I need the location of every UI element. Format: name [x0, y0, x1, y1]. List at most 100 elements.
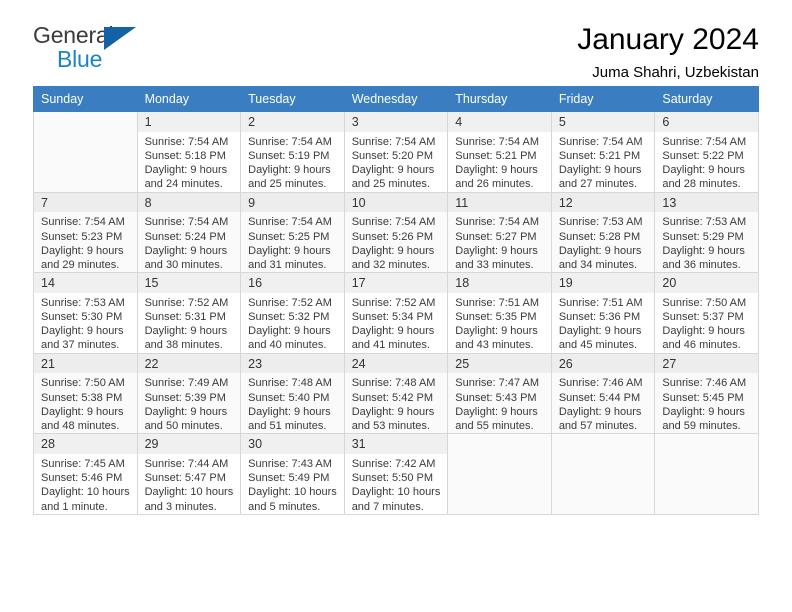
calendar-day-cell[interactable]: 2 Sunrise: 7:54 AM Sunset: 5:19 PM Daylight… [240, 111, 345, 193]
calendar-day-cell[interactable]: 28 Sunrise: 7:45 AM Sunset: 5:46 PM Dayligh… [33, 433, 138, 515]
day-details: Sunrise: 7:54 AM Sunset: 5:26 PM Daylight:… [345, 212, 448, 272]
day-number: 20 [655, 273, 758, 293]
sunrise-text: Sunrise: 7:54 AM [248, 216, 332, 229]
calendar-day-cell[interactable]: 4 Sunrise: 7:54 AM Sunset: 5:21 PM Daylight… [447, 111, 552, 193]
daylight-text-line2: and 27 minutes. [558, 178, 638, 191]
sunrise-text: Sunrise: 7:52 AM [248, 296, 332, 309]
sunrise-text: Sunrise: 7:54 AM [351, 135, 436, 148]
daylight-text-line2: and 7 minutes. [351, 500, 424, 513]
daylight-text-line2: and 34 minutes. [558, 258, 638, 271]
daylight-text-line1: Daylight: 9 hours [455, 244, 538, 257]
daylight-text-line2: and 32 minutes. [351, 258, 430, 271]
day-number [448, 434, 551, 454]
sunset-text: Sunset: 5:20 PM [351, 149, 434, 162]
calendar-day-cell[interactable]: 3 Sunrise: 7:54 AM Sunset: 5:20 PM Daylight… [343, 111, 449, 193]
calendar-day-cell[interactable]: 13 Sunrise: 7:53 AM Sunset: 5:29 PM Dayligh… [654, 191, 759, 274]
sunrise-text: Sunrise: 7:54 AM [455, 135, 540, 148]
calendar-day-cell[interactable]: 30 Sunrise: 7:43 AM Sunset: 5:49 PM Dayligh… [240, 433, 345, 515]
sunrise-text: Sunrise: 7:54 AM [248, 135, 332, 148]
calendar-day-cell[interactable]: 8 Sunrise: 7:54 AM Sunset: 5:24 PM Daylight… [136, 191, 242, 274]
calendar-table: Sunday Monday Tuesday Wednesday Thursday Frid… [33, 86, 759, 515]
calendar-day-cell[interactable]: 18 Sunrise: 7:51 AM Sunset: 5:35 PM Dayligh… [447, 272, 552, 354]
day-details: Sunrise: 7:51 AM Sunset: 5:36 PM Daylight:… [552, 293, 655, 353]
day-number: 28 [34, 434, 137, 454]
daylight-text-line1: Daylight: 9 hours [248, 325, 331, 338]
day-details: Sunrise: 7:54 AM Sunset: 5:21 PM Daylight:… [448, 132, 551, 192]
calendar-day-cell[interactable]: 9 Sunrise: 7:54 AM Sunset: 5:25 PM Daylight… [240, 191, 345, 274]
day-details: Sunrise: 7:53 AM Sunset: 5:29 PM Daylight:… [655, 212, 758, 272]
sunset-text: Sunset: 5:19 PM [248, 149, 330, 162]
daylight-text-line2: and 51 minutes. [248, 420, 327, 433]
calendar-day-cell[interactable]: 22 Sunrise: 7:49 AM Sunset: 5:39 PM Dayligh… [136, 352, 242, 435]
calendar-day-cell[interactable]: 21 Sunrise: 7:50 AM Sunset: 5:38 PM Dayligh… [33, 352, 138, 435]
calendar-day-cell[interactable]: 7 Sunrise: 7:54 AM Sunset: 5:23 PM Daylight… [33, 191, 138, 274]
daylight-text-line1: Daylight: 9 hours [351, 405, 435, 418]
day-number: 24 [344, 353, 448, 374]
calendar-day-cell[interactable]: 16 Sunrise: 7:52 AM Sunset: 5:32 PM Dayligh… [240, 272, 345, 354]
weekday-header-thursday: Thursday [447, 86, 552, 112]
day-number: 15 [137, 273, 241, 293]
day-number: 7 [34, 192, 137, 213]
calendar-day-cell[interactable]: 25 Sunrise: 7:47 AM Sunset: 5:43 PM Dayligh… [447, 352, 552, 435]
day-details: Sunrise: 7:53 AM Sunset: 5:30 PM Daylight:… [34, 293, 137, 353]
day-number: 27 [655, 353, 758, 374]
calendar-day-cell[interactable]: 31 Sunrise: 7:42 AM Sunset: 5:50 PM Dayligh… [343, 433, 449, 515]
day-number: 23 [241, 353, 344, 374]
calendar-day-cell[interactable]: 12 Sunrise: 7:53 AM Sunset: 5:28 PM Dayligh… [550, 191, 656, 274]
sunset-text: Sunset: 5:30 PM [41, 311, 123, 324]
sunset-text: Sunset: 5:45 PM [662, 391, 744, 404]
sunset-text: Sunset: 5:34 PM [351, 311, 434, 324]
sunset-text: Sunset: 5:50 PM [351, 472, 434, 485]
daylight-text-line1: Daylight: 9 hours [41, 405, 124, 418]
calendar-day-cell[interactable]: 6 Sunrise: 7:54 AM Sunset: 5:22 PM Daylight… [654, 111, 759, 193]
daylight-text-line1: Daylight: 9 hours [662, 405, 745, 418]
calendar-day-cell[interactable]: 23 Sunrise: 7:48 AM Sunset: 5:40 PM Dayligh… [240, 352, 345, 435]
sunset-text: Sunset: 5:36 PM [558, 311, 641, 324]
day-number: 13 [655, 192, 758, 213]
weekday-header-wednesday: Wednesday [343, 86, 449, 112]
day-number: 22 [137, 353, 241, 374]
daylight-text-line2: and 33 minutes. [455, 258, 534, 271]
day-details: Sunrise: 7:48 AM Sunset: 5:40 PM Daylight:… [241, 373, 344, 433]
calendar-body: 1 Sunrise: 7:54 AM Sunset: 5:18 PM Daylight… [33, 111, 759, 515]
day-details: Sunrise: 7:53 AM Sunset: 5:28 PM Daylight:… [552, 212, 655, 272]
daylight-text-line2: and 26 minutes. [455, 178, 534, 191]
daylight-text-line2: and 30 minutes. [144, 258, 223, 271]
daylight-text-line1: Daylight: 9 hours [41, 244, 124, 257]
sunrise-text: Sunrise: 7:47 AM [455, 377, 540, 390]
calendar-day-cell[interactable]: 15 Sunrise: 7:52 AM Sunset: 5:31 PM Dayligh… [136, 272, 242, 354]
sunrise-text: Sunrise: 7:54 AM [144, 135, 229, 148]
day-number: 14 [34, 273, 137, 293]
daylight-text-line1: Daylight: 9 hours [248, 244, 331, 257]
calendar-cell-empty [550, 433, 656, 515]
daylight-text-line2: and 37 minutes. [41, 339, 120, 352]
day-details: Sunrise: 7:42 AM Sunset: 5:50 PM Daylight:… [345, 454, 448, 514]
calendar-day-cell[interactable]: 10 Sunrise: 7:54 AM Sunset: 5:26 PM Dayligh… [343, 191, 449, 274]
sunrise-text: Sunrise: 7:49 AM [144, 377, 229, 390]
sunset-text: Sunset: 5:25 PM [248, 230, 330, 243]
sunset-text: Sunset: 5:44 PM [558, 391, 641, 404]
calendar-day-cell[interactable]: 17 Sunrise: 7:52 AM Sunset: 5:34 PM Dayligh… [343, 272, 449, 354]
daylight-text-line2: and 5 minutes. [248, 500, 321, 513]
calendar-day-cell[interactable]: 11 Sunrise: 7:54 AM Sunset: 5:27 PM Dayligh… [447, 191, 552, 274]
sunrise-text: Sunrise: 7:53 AM [41, 296, 125, 309]
calendar-day-cell[interactable]: 19 Sunrise: 7:51 AM Sunset: 5:36 PM Dayligh… [550, 272, 656, 354]
calendar-day-cell[interactable]: 26 Sunrise: 7:46 AM Sunset: 5:44 PM Dayligh… [550, 352, 656, 435]
calendar-day-cell[interactable]: 14 Sunrise: 7:53 AM Sunset: 5:30 PM Dayligh… [33, 272, 138, 354]
sunset-text: Sunset: 5:40 PM [248, 391, 330, 404]
calendar-day-cell[interactable]: 20 Sunrise: 7:50 AM Sunset: 5:37 PM Dayligh… [654, 272, 759, 354]
day-details: Sunrise: 7:49 AM Sunset: 5:39 PM Daylight:… [138, 373, 241, 433]
calendar-day-cell[interactable]: 29 Sunrise: 7:44 AM Sunset: 5:47 PM Dayligh… [136, 433, 242, 515]
calendar-day-cell[interactable]: 1 Sunrise: 7:54 AM Sunset: 5:18 PM Daylight… [136, 111, 242, 193]
calendar-day-cell[interactable]: 27 Sunrise: 7:46 AM Sunset: 5:45 PM Dayligh… [654, 352, 759, 435]
day-number: 1 [137, 112, 241, 132]
daylight-text-line2: and 41 minutes. [351, 339, 430, 352]
weekday-header-saturday: Saturday [654, 86, 759, 112]
daylight-text-line1: Daylight: 9 hours [662, 325, 745, 338]
day-number: 10 [344, 192, 448, 213]
calendar-day-cell[interactable]: 5 Sunrise: 7:54 AM Sunset: 5:21 PM Daylight… [550, 111, 656, 193]
calendar-week-row: 1 Sunrise: 7:54 AM Sunset: 5:18 PM Daylight… [33, 111, 759, 193]
generalblue-logo[interactable]: General Blue [33, 24, 143, 72]
day-number: 4 [448, 112, 551, 132]
calendar-day-cell[interactable]: 24 Sunrise: 7:48 AM Sunset: 5:42 PM Dayligh… [343, 352, 449, 435]
